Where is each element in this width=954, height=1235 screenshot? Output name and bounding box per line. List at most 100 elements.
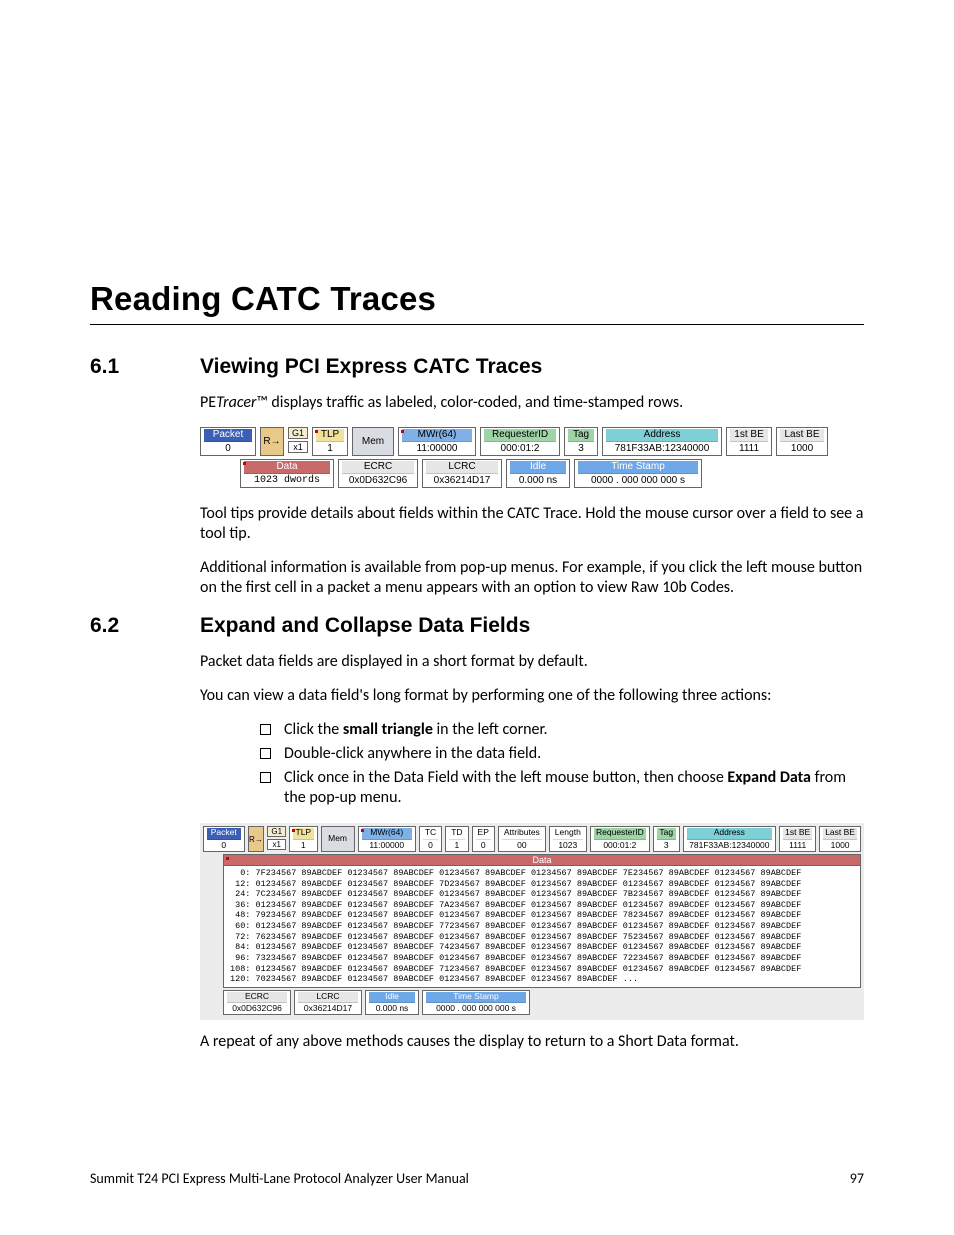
first-be-value: 1111 [730,442,768,454]
last-be-label: Last BE [780,429,824,442]
last-be-label: Last BE [823,828,857,839]
tc-cell[interactable]: TC 0 [419,826,442,852]
td-cell[interactable]: TD 1 [445,826,468,852]
packet-value: 0 [207,840,241,850]
text-italic: Tracer [216,393,256,412]
trace-figure-short: Packet 0 R→ G1 x1 TLP 1 Mem MWr(64) 11:0 [200,427,864,488]
chapter-title: Reading CATC Traces [90,280,864,318]
first-be-label: 1st BE [783,828,812,839]
ecrc-value: 0x0D632C96 [342,474,414,486]
requesterid-cell[interactable]: RequesterID 000:01:2 [590,826,650,852]
chapter-rule [90,324,864,325]
attributes-cell[interactable]: Attributes 00 [498,826,546,852]
para-6-2-default: Packet data fields are displayed in a sh… [200,652,864,672]
last-be-value: 1000 [823,840,857,850]
para-6-2-longformat: You can view a data field's long format … [200,686,864,706]
list-item: Double-click anywhere in the data field. [260,744,864,765]
para-6-1-intro: PETracer™ displays traffic as labeled, c… [200,393,864,413]
gen-lane-stack: G1 x1 [288,427,308,456]
ecrc-cell[interactable]: ECRC 0x0D632C96 [223,990,291,1016]
section-6-1-heading: 6.1 Viewing PCI Express CATC Traces [90,355,864,379]
td-value: 1 [449,840,464,850]
address-cell[interactable]: Address 781F33AB:12340000 [602,427,722,456]
attributes-value: 00 [502,840,542,850]
timestamp-cell[interactable]: Time Stamp 0000 . 000 000 000 s [574,459,702,488]
packet-label: Packet [204,429,252,442]
lcrc-value: 0x36214D17 [298,1003,358,1013]
mwr-value: 11:00000 [402,442,472,454]
last-be-cell[interactable]: Last BE 1000 [819,826,861,852]
first-be-value: 1111 [783,840,812,850]
idle-label: Idle [510,461,566,474]
address-cell[interactable]: Address 781F33AB:12340000 [683,826,777,852]
text: Click once in the Data Field with the le… [284,768,727,787]
idle-cell[interactable]: Idle 0.000 ns [506,459,570,488]
tlp-label: TLP [316,429,344,442]
mwr-cell[interactable]: MWr(64) 11:00000 [358,826,416,852]
text: Click the [284,720,343,739]
data-value: 1023 dwords [244,474,330,486]
timestamp-cell[interactable]: Time Stamp 0000 . 000 000 000 s [422,990,530,1016]
lcrc-cell[interactable]: LCRC 0x36214D17 [422,459,502,488]
attributes-label: Attributes [502,828,542,839]
length-value: 1023 [553,840,583,850]
tlp-value: 1 [293,840,313,850]
requesterid-cell[interactable]: RequesterID 000:01:2 [480,427,560,456]
requesterid-label: RequesterID [484,429,556,442]
requesterid-value: 000:01:2 [594,840,646,850]
tag-cell[interactable]: Tag 3 [564,427,598,456]
mem-label: Mem [362,436,384,447]
packet-cell[interactable]: Packet 0 [200,427,256,456]
packet-cell[interactable]: Packet 0 [203,826,245,852]
lcrc-label: LCRC [426,461,498,474]
first-be-cell[interactable]: 1st BE 1111 [726,427,772,456]
tc-value: 0 [423,840,438,850]
mwr-label: MWr(64) [362,828,412,839]
gen-lane-stack: G1 x1 [267,826,286,852]
tag-cell[interactable]: Tag 3 [653,826,680,852]
tag-value: 3 [568,442,594,454]
ecrc-cell[interactable]: ECRC 0x0D632C96 [338,459,418,488]
page-footer: Summit T24 PCI Express Multi-Lane Protoc… [90,1170,864,1187]
tlp-cell[interactable]: TLP 1 [289,826,317,852]
lane-label: x1 [267,839,286,850]
data-expanded-cell[interactable]: Data 0: 7F234567 89ABCDEF 01234567 89ABC… [223,854,861,988]
requesterid-value: 000:01:2 [484,442,556,454]
td-label: TD [449,828,464,839]
packet-label: Packet [207,828,241,839]
ecrc-value: 0x0D632C96 [227,1003,287,1013]
length-label: Length [553,828,583,839]
list-item: Click once in the Data Field with the le… [260,768,864,810]
section-number: 6.2 [90,614,200,638]
gen-label: G1 [288,427,308,439]
gen-label: G1 [267,826,286,837]
ep-label: EP [476,828,491,839]
ecrc-label: ECRC [342,461,414,474]
ecrc-label: ECRC [227,992,287,1003]
last-be-cell[interactable]: Last BE 1000 [776,427,828,456]
ep-cell[interactable]: EP 0 [472,826,495,852]
idle-cell[interactable]: Idle 0.000 ns [365,990,419,1016]
tlp-cell[interactable]: TLP 1 [312,427,348,456]
last-be-value: 1000 [780,442,824,454]
data-label: Data [244,461,330,474]
mwr-value: 11:00000 [362,840,412,850]
trace-figure-expanded: Packet 0 R→ G1 x1 TLP 1 Mem MWr(64) 11:0 [200,823,864,1020]
timestamp-value: 0000 . 000 000 000 s [578,474,698,486]
ep-value: 0 [476,840,491,850]
mem-cell[interactable]: Mem [352,427,394,456]
length-cell[interactable]: Length 1023 [549,826,587,852]
mwr-cell[interactable]: MWr(64) 11:00000 [398,427,476,456]
data-label: Data [224,855,860,866]
address-value: 781F33AB:12340000 [687,840,773,850]
data-cell[interactable]: Data 1023 dwords [240,459,334,488]
lcrc-cell[interactable]: LCRC 0x36214D17 [294,990,362,1016]
tag-label: Tag [657,828,676,839]
timestamp-label: Time Stamp [578,461,698,474]
requesterid-label: RequesterID [594,828,646,839]
first-be-cell[interactable]: 1st BE 1111 [779,826,816,852]
section-number: 6.1 [90,355,200,379]
footer-manual-title: Summit T24 PCI Express Multi-Lane Protoc… [90,1170,469,1187]
para-6-2-repeat: A repeat of any above methods causes the… [200,1032,864,1052]
mem-cell[interactable]: Mem [321,826,355,852]
